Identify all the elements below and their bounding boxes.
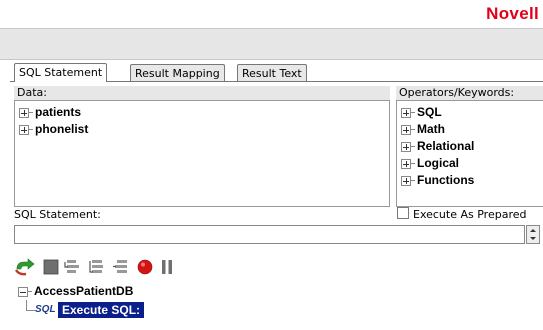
expand-icon[interactable] [19,125,29,135]
operators-tree: SQL Math Relational Logical Functions [396,100,543,207]
execute-as-prepared-label: Execute As Prepared [413,208,527,221]
expand-icon[interactable] [401,159,411,169]
sql-input-scroll[interactable] [526,225,540,244]
tab-result-mapping[interactable]: Result Mapping [130,64,225,82]
execute-sql-step[interactable]: Execute SQL: [58,302,145,318]
scroll-down-icon[interactable] [530,237,536,240]
tree-root-label: AccessPatientDB [34,284,134,298]
tab-result-text[interactable]: Result Text [237,64,307,82]
pause-icon[interactable] [158,258,176,276]
tree-connector [411,146,415,147]
tree-connector [411,129,415,130]
collapse-icon[interactable] [18,287,28,297]
operator-item-math[interactable]: Math [397,121,543,138]
operator-item-label: Functions [417,173,475,187]
data-item-phonelist[interactable]: phonelist [15,121,389,138]
tree-connector [29,129,33,130]
expand-icon[interactable] [401,108,411,118]
expand-icon[interactable] [401,142,411,152]
data-panel: Data: patients phonelist [14,86,390,207]
operator-item-relational[interactable]: Relational [397,138,543,155]
operator-item-functions[interactable]: Functions [397,172,543,189]
operator-item-sql[interactable]: SQL [397,104,543,121]
data-tree: patients phonelist [14,100,390,207]
step-into-icon[interactable] [64,258,82,276]
record-icon[interactable] [136,258,154,276]
tab-sql-statement[interactable]: SQL Statement [14,63,108,82]
operator-item-label: Math [417,122,445,136]
tree-connector [411,180,415,181]
data-panel-label: Data: [14,86,390,100]
step-over-icon[interactable] [88,258,106,276]
execute-as-prepared[interactable]: Execute As Prepared [397,207,526,221]
execute-as-prepared-checkbox[interactable] [397,207,409,219]
tree-connector [411,112,415,113]
operator-item-label: SQL [417,105,442,119]
top-toolbar-strip [0,28,543,60]
sql-statement-input[interactable] [14,225,525,244]
novell-logo: Novell [486,4,539,23]
scroll-up-icon[interactable] [530,229,536,232]
tree-connector [28,291,32,292]
operator-item-logical[interactable]: Logical [397,155,543,172]
tree-connector [411,163,415,164]
data-item-patients[interactable]: patients [15,104,389,121]
data-item-label: patients [35,105,82,119]
expand-icon[interactable] [401,176,411,186]
refresh-icon[interactable] [14,258,36,276]
sql-statement-label: SQL Statement: [14,208,101,221]
step-out-icon[interactable] [112,258,130,276]
operator-item-label: Relational [417,139,475,153]
operators-panel-label: Operators/Keywords: [396,86,543,100]
operator-item-label: Logical [417,156,460,170]
expand-icon[interactable] [401,125,411,135]
tree-root-accesspatientdb[interactable]: AccessPatientDB [14,283,264,300]
operators-panel: Operators/Keywords: SQL Math Relational … [396,86,543,207]
expand-icon[interactable] [19,108,29,118]
sql-step-icon: SQL [35,304,56,315]
tree-connector [29,112,33,113]
stop-icon[interactable] [42,258,60,276]
data-item-label: phonelist [35,122,89,136]
tree-branch-line [26,300,35,311]
